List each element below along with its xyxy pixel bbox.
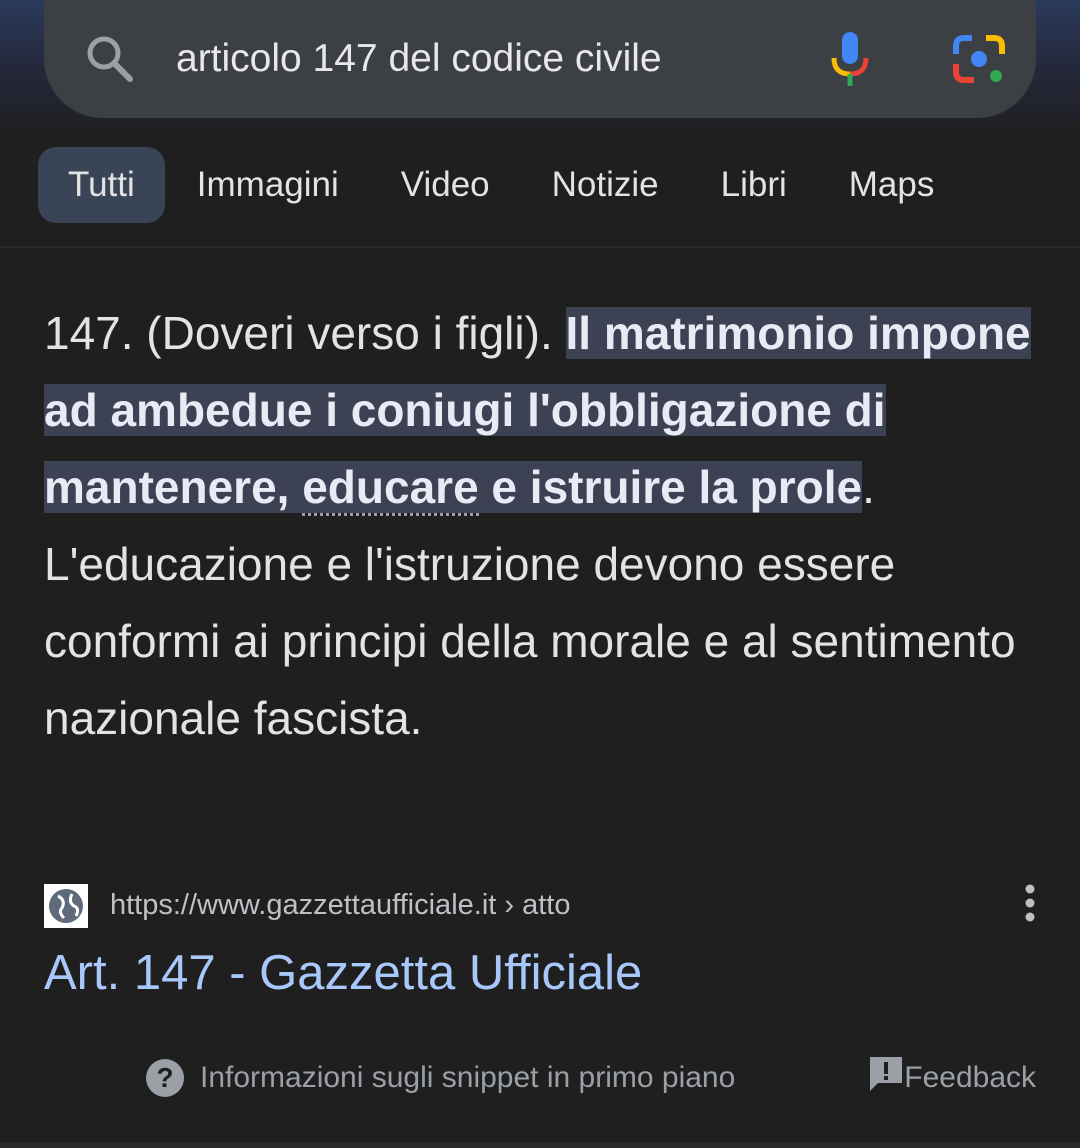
feedback-icon — [868, 1055, 904, 1101]
result-source[interactable]: https://www.gazzettaufficiale.it › atto — [44, 883, 1036, 928]
definition-link[interactable]: educare — [302, 461, 479, 516]
tab-notizie[interactable]: Notizie — [522, 147, 689, 223]
featured-snippet: 147. (Doveri verso i figli). Il matrimon… — [44, 295, 1044, 757]
more-options-icon[interactable] — [1024, 883, 1036, 928]
help-icon: ? — [146, 1059, 184, 1097]
snippet-highlight-text: e istruire la prole — [478, 461, 863, 513]
feedback-label: Feedback — [904, 1061, 1036, 1094]
snippet-prefix: 147. (Doveri verso i figli). — [44, 307, 566, 359]
search-tabs: Tutti Immagini Video Notizie Libri Maps — [38, 147, 966, 223]
microphone-icon[interactable] — [828, 30, 872, 88]
search-bar[interactable]: articolo 147 del codice civile — [44, 0, 1036, 118]
globe-icon — [44, 883, 88, 928]
about-snippets-label: Informazioni sugli snippet in primo pian… — [200, 1061, 736, 1094]
result-url[interactable]: https://www.gazzettaufficiale.it › atto — [110, 889, 1024, 922]
snippet-footer: ? Informazioni sugli snippet in primo pi… — [146, 1055, 1036, 1101]
search-icon[interactable] — [84, 33, 136, 85]
feedback-button[interactable]: Feedback — [868, 1055, 1036, 1101]
google-lens-icon[interactable] — [952, 32, 1006, 86]
tab-immagini[interactable]: Immagini — [167, 147, 369, 223]
divider — [0, 1142, 1080, 1148]
divider — [0, 246, 1080, 248]
search-input[interactable]: articolo 147 del codice civile — [176, 37, 828, 81]
result-title-link[interactable]: Art. 147 - Gazzetta Ufficiale — [44, 945, 642, 1001]
tab-video[interactable]: Video — [371, 147, 520, 223]
about-snippets-link[interactable]: ? Informazioni sugli snippet in primo pi… — [146, 1059, 868, 1097]
tab-tutti[interactable]: Tutti — [38, 147, 165, 223]
tab-libri[interactable]: Libri — [691, 147, 817, 223]
tab-maps[interactable]: Maps — [819, 147, 965, 223]
